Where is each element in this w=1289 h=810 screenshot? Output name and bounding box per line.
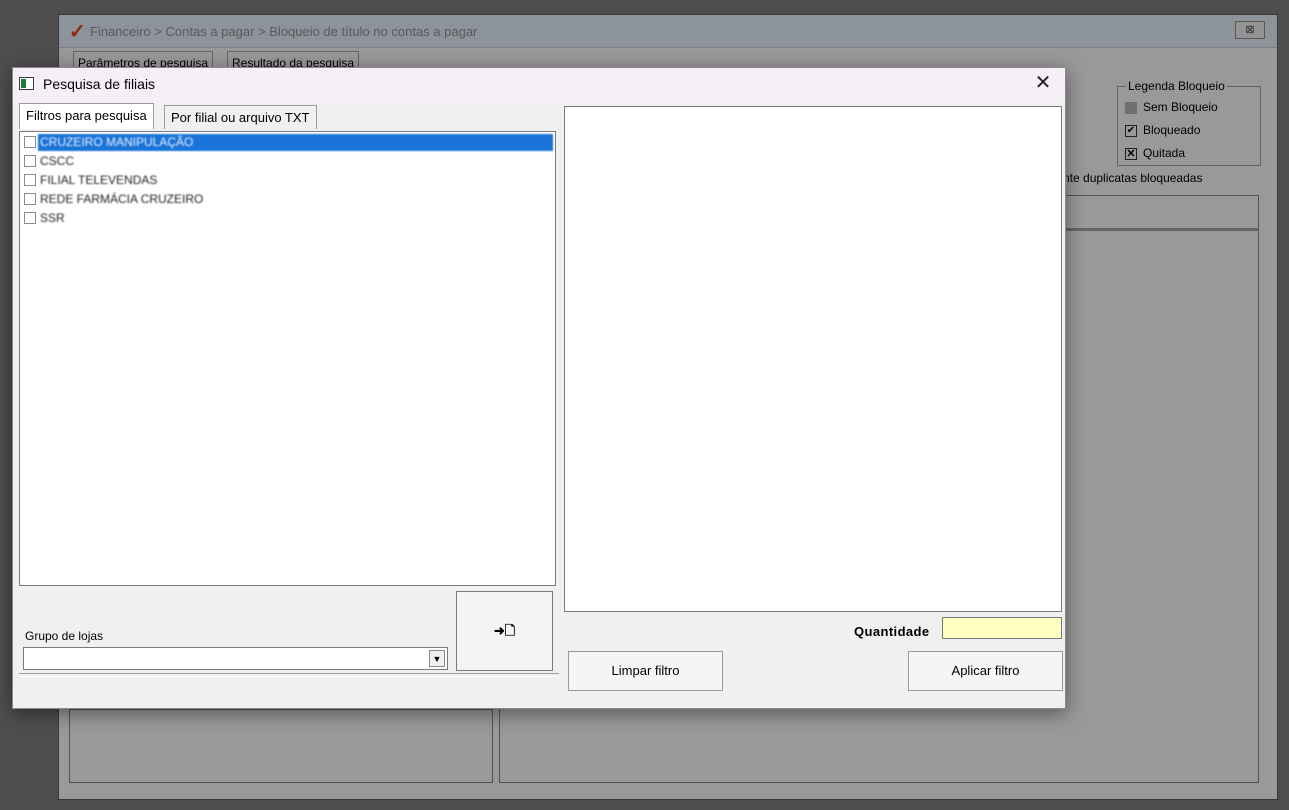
dialog-titlebar: Pesquisa de filiais ✕: [13, 68, 1065, 100]
selected-branches-panel[interactable]: [564, 106, 1062, 612]
quantity-field[interactable]: [942, 617, 1062, 639]
branch-item[interactable]: CSCC: [22, 153, 553, 170]
branch-label: REDE FARMÁCIA CRUZEIRO: [40, 192, 204, 206]
branch-label: SSR: [40, 211, 65, 225]
tab-branch-or-txt[interactable]: Por filial ou arquivo TXT: [164, 105, 317, 129]
branch-label: CSCC: [40, 154, 75, 168]
branch-checkbox[interactable]: [24, 155, 36, 167]
chevron-down-icon[interactable]: ▼: [429, 650, 445, 667]
store-group-label: Grupo de lojas: [25, 629, 104, 643]
divider: [19, 673, 559, 677]
apply-filter-button[interactable]: Aplicar filtro: [908, 651, 1063, 691]
branch-label: FILIAL TELEVENDAS: [40, 173, 158, 187]
tab-search-filters[interactable]: Filtros para pesquisa: [19, 103, 154, 129]
branch-item[interactable]: SSR: [22, 210, 553, 227]
branch-checkbox[interactable]: [24, 212, 36, 224]
close-icon[interactable]: ✕: [1031, 72, 1055, 96]
branch-item[interactable]: REDE FARMÁCIA CRUZEIRO: [22, 191, 553, 208]
dialog-title: Pesquisa de filiais: [43, 76, 156, 92]
branch-checkbox[interactable]: [24, 174, 36, 186]
window-icon: [19, 77, 34, 90]
clear-filter-button[interactable]: Limpar filtro: [568, 651, 723, 691]
branch-list[interactable]: CRUZEIRO MANIPULAÇÃO CSCC FILIAL TELEVEN…: [19, 131, 556, 586]
export-file-button[interactable]: ➜🗋: [456, 591, 553, 671]
quantity-label: Quantidade: [854, 624, 930, 639]
branch-search-dialog: Pesquisa de filiais ✕ Filtros para pesqu…: [12, 67, 1066, 709]
branch-checkbox[interactable]: [24, 136, 36, 148]
branch-item[interactable]: CRUZEIRO MANIPULAÇÃO: [22, 134, 553, 151]
arrow-file-icon: ➜🗋: [493, 623, 516, 638]
branch-label: CRUZEIRO MANIPULAÇÃO: [38, 134, 553, 151]
store-group-dropdown[interactable]: ▼: [23, 647, 448, 670]
branch-checkbox[interactable]: [24, 193, 36, 205]
branch-item[interactable]: FILIAL TELEVENDAS: [22, 172, 553, 189]
